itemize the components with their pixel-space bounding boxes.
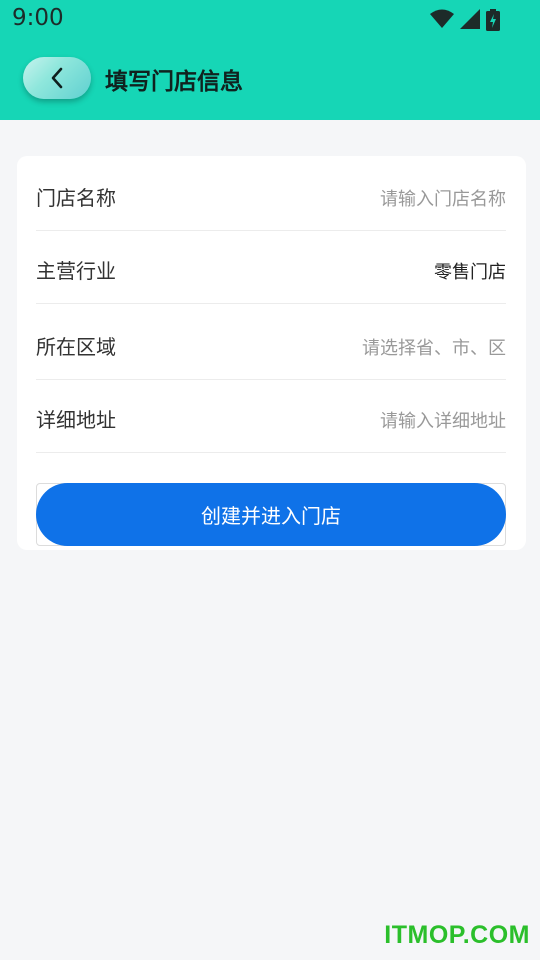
region-label: 所在区域 [36,335,116,359]
signal-icon [460,9,480,29]
header-bar: 9:00 填写门店信息 [0,0,540,120]
status-icons [430,8,500,31]
back-button[interactable] [23,57,91,99]
wifi-icon [430,9,454,29]
address-input[interactable]: 请输入详细地址 [380,407,506,433]
create-store-button[interactable]: 创建并进入门店 [36,483,506,546]
industry-value[interactable]: 零售门店 [434,258,506,284]
chevron-left-icon [51,67,63,89]
store-name-label: 门店名称 [36,186,116,210]
status-bar: 9:00 [0,0,540,38]
watermark: ITMOP.COM [384,921,530,949]
store-info-form: 门店名称 请输入门店名称 主营行业 零售门店 所在区域 请选择省、市、区 详细地… [17,156,526,550]
address-label: 详细地址 [36,408,116,432]
form-row-industry[interactable]: 主营行业 零售门店 [36,231,506,304]
status-time: 9:00 [12,5,64,31]
form-row-store-name[interactable]: 门店名称 请输入门店名称 [36,158,506,231]
form-row-address[interactable]: 详细地址 请输入详细地址 [36,380,506,453]
industry-label: 主营行业 [36,259,116,283]
region-select[interactable]: 请选择省、市、区 [362,334,506,360]
battery-icon [486,9,500,31]
form-row-region[interactable]: 所在区域 请选择省、市、区 [36,307,506,380]
page-title: 填写门店信息 [105,69,243,95]
store-name-input[interactable]: 请输入门店名称 [380,185,506,211]
